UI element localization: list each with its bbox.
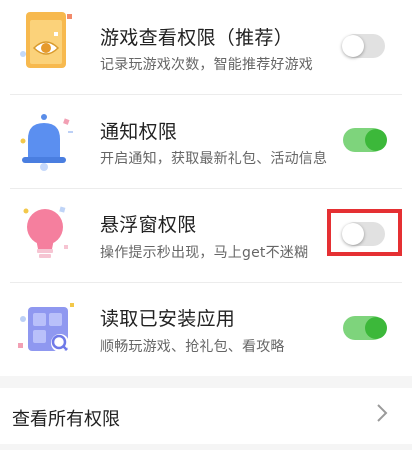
permission-title: 悬浮窗权限 [100,214,197,236]
permission-row-installed-apps[interactable]: 读取已安装应用 顺畅玩游戏、抢礼包、看攻略 [0,283,412,377]
installed-apps-toggle[interactable] [343,316,387,340]
game-view-icon [14,10,78,74]
toggle-knob [365,129,387,151]
view-all-permissions-row[interactable]: 查看所有权限 [0,388,412,444]
toggle-knob [342,35,364,57]
permission-row-notification[interactable]: 通知权限 开启通知，获取最新礼包、活动信息 [0,95,412,189]
permission-subtitle: 操作提示秒出现，马上get不迷糊 [100,245,309,261]
permission-title: 通知权限 [100,121,178,143]
permission-title: 游戏查看权限（推荐） [100,27,294,49]
notification-toggle[interactable] [343,128,387,152]
permission-subtitle: 顺畅玩游戏、抢礼包、看攻略 [100,339,285,355]
permission-row-game-view[interactable]: 游戏查看权限（推荐） 记录玩游戏次数，智能推荐好游戏 [0,0,412,94]
permission-title: 读取已安装应用 [100,308,236,330]
toggle-knob [365,317,387,339]
installed-apps-icon [14,297,78,361]
bell-icon [14,111,78,175]
permission-subtitle: 开启通知，获取最新礼包、活动信息 [100,151,328,167]
view-all-label: 查看所有权限 [12,409,120,430]
game-view-toggle[interactable] [342,34,385,58]
lightbulb-icon [14,203,78,267]
permission-subtitle: 记录玩游戏次数，智能推荐好游戏 [100,57,313,73]
highlight-box [327,209,402,256]
permissions-card: 游戏查看权限（推荐） 记录玩游戏次数，智能推荐好游戏 通知权限 开启通知，获取最… [0,0,412,376]
chevron-right-icon [376,402,388,430]
